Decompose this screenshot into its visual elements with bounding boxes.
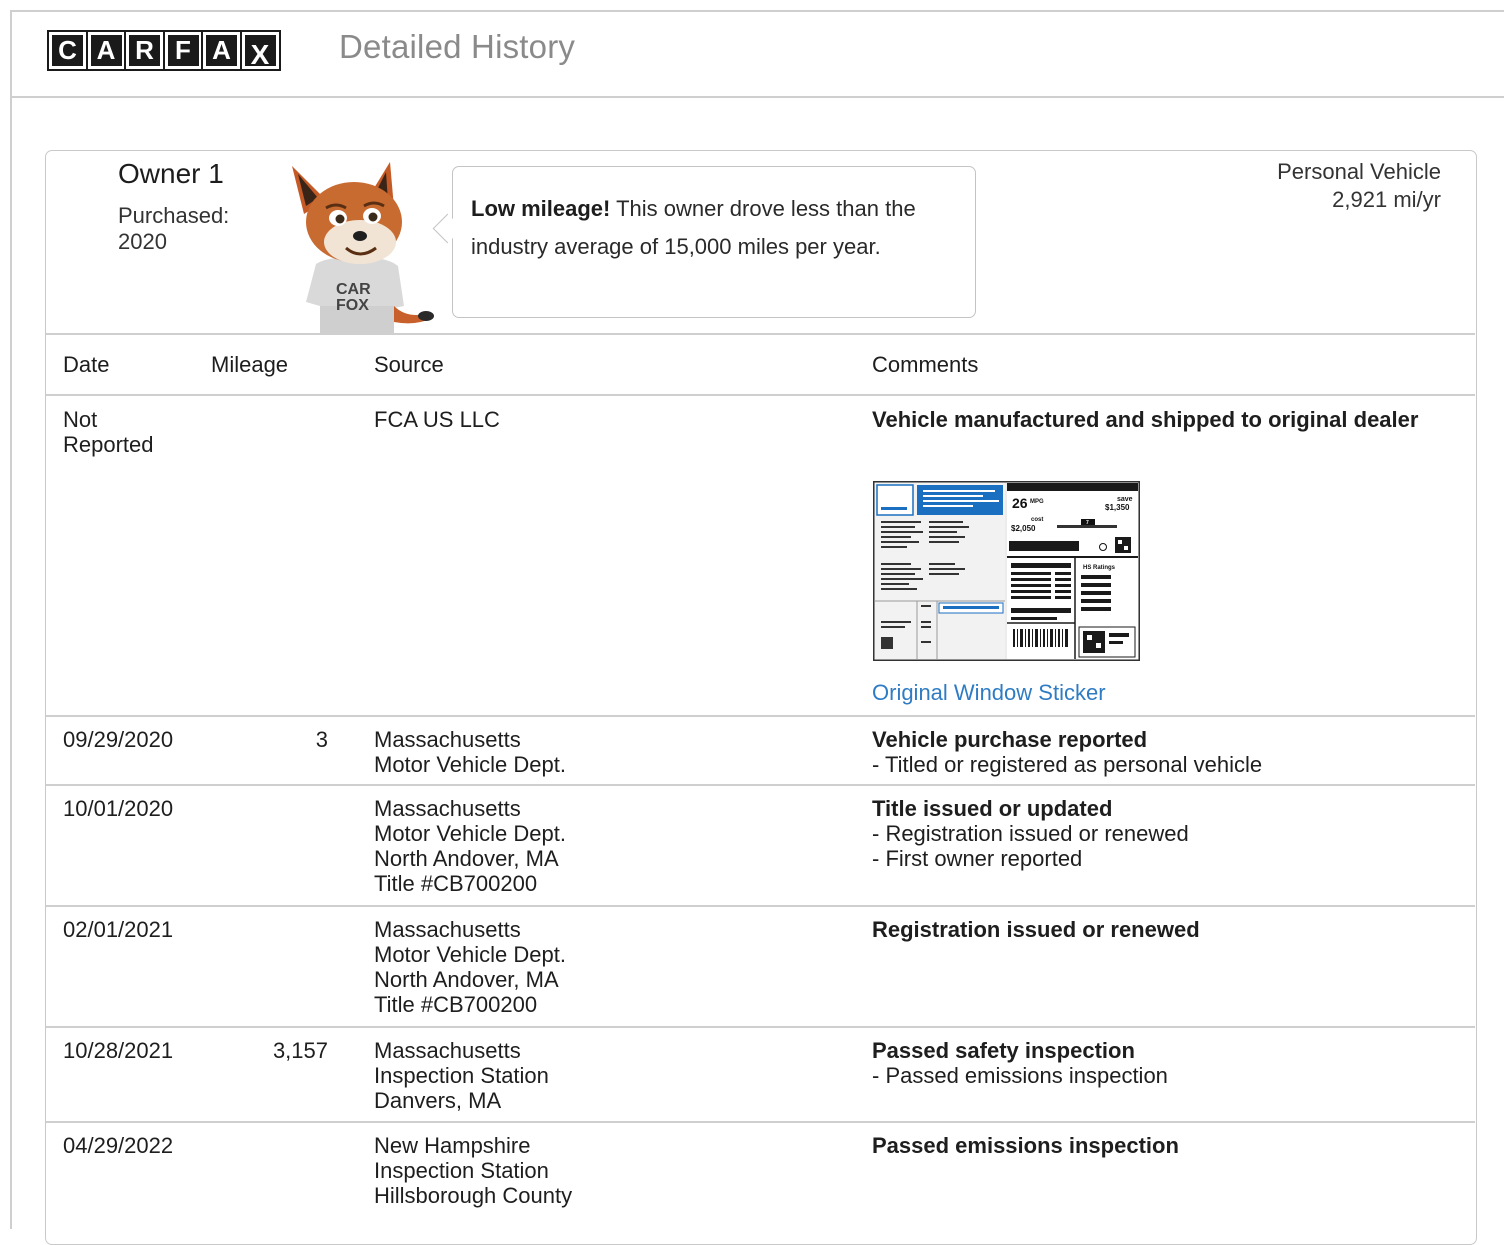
table-divider xyxy=(46,1026,1475,1028)
row-comments: Passed emissions inspection xyxy=(872,1133,1179,1158)
row-source: Massachusetts Motor Vehicle Dept. North A… xyxy=(374,796,566,896)
sticker-cost-amount: $2,050 xyxy=(1011,524,1036,533)
row-date: 10/01/2020 xyxy=(63,796,174,821)
table-divider xyxy=(46,1121,1475,1123)
table-divider xyxy=(46,394,1475,396)
owner-purchased: Purchased: 2020 xyxy=(118,203,230,254)
table-divider xyxy=(46,333,1475,335)
row-date: 02/01/2021 xyxy=(63,917,174,942)
row-date: 10/28/2021 xyxy=(63,1038,174,1063)
low-mileage-text: Low mileage! This owner drove less than … xyxy=(471,196,916,259)
column-header-comments: Comments xyxy=(872,352,979,377)
row-source: Massachusetts Motor Vehicle Dept. xyxy=(374,727,566,777)
row-mileage: 3 xyxy=(315,727,328,752)
sticker-save-amount: $1,350 xyxy=(1105,503,1130,512)
row-source: FCA US LLC xyxy=(374,407,500,432)
table-divider xyxy=(46,715,1475,717)
row-mileage: 3,157 xyxy=(272,1038,328,1063)
sticker-mpg-unit: MPG xyxy=(1030,499,1044,505)
sticker-mpg: 26 xyxy=(1012,495,1028,511)
column-header-date: Date xyxy=(63,352,110,377)
table-divider xyxy=(46,784,1475,786)
column-header-source: Source xyxy=(374,352,444,377)
row-comments: Registration issued or renewed xyxy=(872,917,1200,942)
fox-shirt-text-2: FOX xyxy=(336,297,369,314)
row-comments: Passed safety inspection - Passed emissi… xyxy=(872,1038,1168,1088)
owner-title: Owner 1 xyxy=(118,158,224,189)
row-comments: Vehicle manufactured and shipped to orig… xyxy=(872,407,1419,432)
row-source: New Hampshire Inspection Station Hillsbor… xyxy=(374,1133,573,1208)
row-date: Not Reported xyxy=(63,407,154,457)
sticker-save-label: save xyxy=(1117,496,1133,503)
original-window-sticker-link[interactable]: Original Window Sticker xyxy=(872,680,1106,706)
row-comments: Vehicle purchase reported - Titled or re… xyxy=(872,727,1263,777)
vehicle-usage: Personal Vehicle 2,921 mi/yr xyxy=(1277,159,1441,212)
sticker-cost-label: cost xyxy=(1031,517,1043,523)
window-sticker-thumbnail[interactable]: 26 MPG save $1,350 cost $2,050 7 HS Rati… xyxy=(873,481,1140,661)
fox-shirt-text-1: CAR xyxy=(336,281,371,298)
row-date: 04/29/2022 xyxy=(63,1133,174,1158)
row-comments: Title issued or updated - Registration i… xyxy=(872,796,1189,871)
page-title: Detailed History xyxy=(339,28,576,65)
table-divider xyxy=(46,905,1475,907)
carfax-logo: C A R F A X xyxy=(47,30,281,71)
row-source: Massachusetts Inspection Station Danvers,… xyxy=(374,1038,549,1113)
row-date: 09/29/2020 xyxy=(63,727,174,752)
column-header-mileage: Mileage xyxy=(211,352,289,377)
row-source: Massachusetts Motor Vehicle Dept. North A… xyxy=(374,917,566,1017)
carfox-mascot-illustration: CAR FOX xyxy=(292,162,434,334)
sticker-badge-number: 7 xyxy=(1086,520,1089,526)
sticker-ratings-label: HS Ratings xyxy=(1083,565,1116,571)
